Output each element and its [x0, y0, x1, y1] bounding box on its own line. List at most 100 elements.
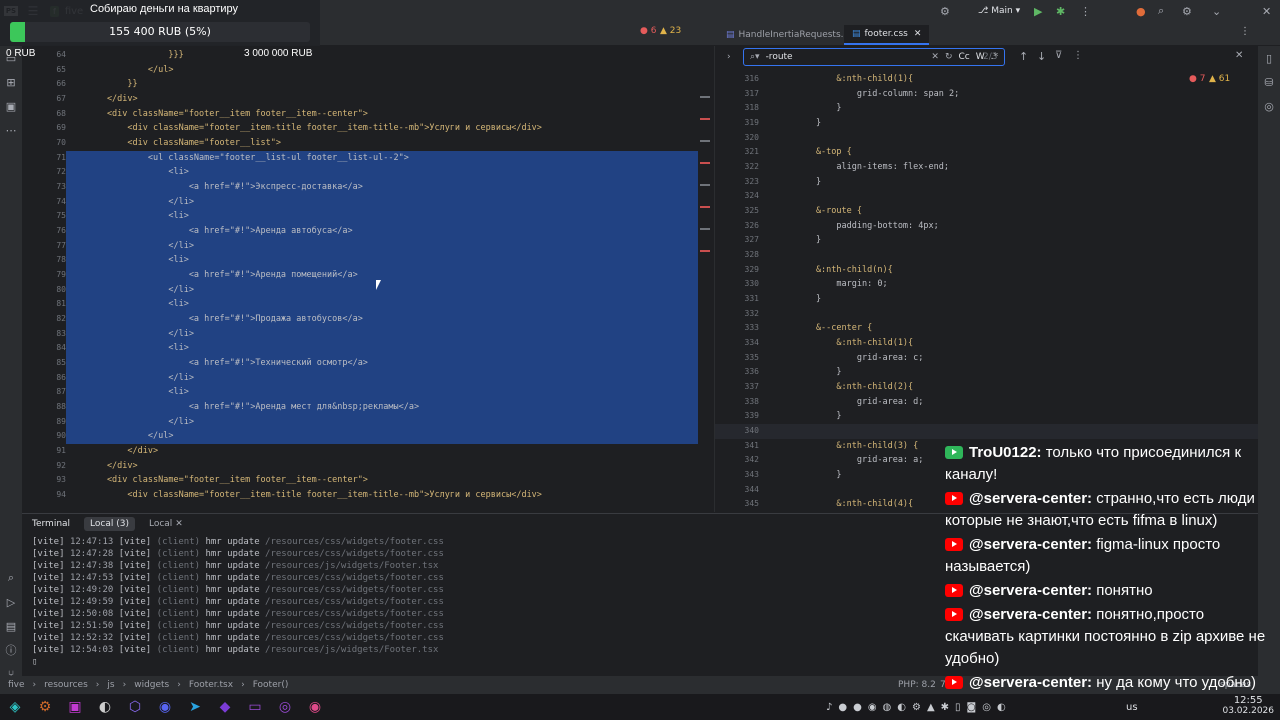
close-window-icon[interactable]: ✕	[1262, 5, 1271, 18]
code-line: 324	[715, 189, 1258, 204]
code-line: 320	[715, 131, 1258, 146]
close-tab-icon[interactable]: ✕	[914, 29, 922, 39]
run-icon[interactable]: ▶	[1034, 5, 1042, 18]
log-prefix: [vite]	[118, 633, 152, 643]
phpstorm-app-icon[interactable]: ▣	[60, 694, 90, 720]
line-number: 335	[744, 352, 759, 362]
search-icon[interactable]: ⌕	[1158, 4, 1164, 18]
chat-username: @servera-center:	[969, 674, 1093, 691]
code-text: &:nth-child(3) {	[775, 440, 919, 451]
more-icon[interactable]: ⋮	[1080, 5, 1091, 18]
code-text: &-route {	[775, 206, 862, 217]
breadcrumb-js[interactable]: js	[107, 680, 114, 690]
code-text: &-top {	[775, 147, 852, 158]
editor-left[interactable]: 64 }}} 65 </ul> 66 }} 67 </div> 68 <div clas…	[22, 46, 712, 512]
chat-username: @servera-center:	[969, 606, 1093, 623]
prev-match-icon[interactable]: ↑	[1019, 50, 1028, 63]
search-input[interactable]: ⌕▾ -route ✕ ↻ Cc W .*	[743, 48, 1005, 66]
recorder-app-icon[interactable]: ◉	[300, 694, 330, 720]
youtube-icon	[945, 676, 963, 689]
vscode-app-icon[interactable]: ◆	[210, 694, 240, 720]
match-case-toggle[interactable]: Cc	[958, 52, 969, 62]
breadcrumb-resources[interactable]: resources	[44, 680, 88, 690]
php-version[interactable]: PHP: 8.2	[898, 680, 936, 690]
css-file-icon: ▤	[852, 29, 861, 39]
scrollbar-marker	[700, 140, 710, 142]
line-number: 67	[56, 94, 66, 103]
browser-app-icon[interactable]: ◐	[90, 694, 120, 720]
breadcrumb-function[interactable]: Footer()	[253, 680, 289, 690]
code-text: &--center {	[775, 323, 873, 334]
launcher-icon[interactable]: ◈	[0, 694, 30, 720]
settings-app-icon[interactable]: ⚙	[30, 694, 60, 720]
line-number: 75	[56, 211, 66, 221]
tab-terminal[interactable]: Terminal	[32, 519, 70, 529]
code-text: &:nth-child(4){	[775, 499, 914, 510]
log-path: /resources/css/widgets/footer.css	[265, 573, 444, 583]
vpn-app-icon[interactable]: ⬡	[120, 694, 150, 720]
ai-assistant-icon[interactable]: ◎	[1258, 94, 1280, 118]
code-line: 334 &:nth-child(1){	[715, 336, 1258, 351]
telegram-app-icon[interactable]: ➤	[180, 694, 210, 720]
breadcrumb-widgets[interactable]: widgets	[134, 680, 169, 690]
settings-icon[interactable]: ⚙	[1182, 5, 1192, 18]
log-client: (client)	[156, 609, 201, 619]
tab-local[interactable]: Local ✕	[149, 519, 183, 529]
line-number: 78	[56, 255, 66, 265]
close-tab-icon[interactable]: ✕	[175, 519, 183, 529]
problems-tool-icon[interactable]: ⓘ	[0, 638, 22, 662]
log-timestamp: 12:52:32	[69, 633, 114, 643]
debug-icon[interactable]: ✱	[1056, 5, 1065, 18]
code-line: </div>	[66, 94, 138, 104]
minimize-icon[interactable]: ⌄	[1212, 5, 1221, 18]
terminal-tool-icon[interactable]: ▤	[0, 614, 22, 638]
line-number: 326	[744, 220, 759, 230]
next-match-icon[interactable]: ↓	[1037, 50, 1046, 63]
tab-more-icon[interactable]: ⋮	[1240, 26, 1250, 37]
log-prefix: [vite]	[32, 609, 65, 619]
filter-icon[interactable]: ⊽	[1055, 50, 1062, 61]
log-action: hmr update	[205, 561, 260, 571]
files-app-icon[interactable]: ▭	[240, 694, 270, 720]
scrollbar-marker	[700, 250, 710, 252]
log-prefix: [vite]	[32, 621, 65, 631]
refresh-search-icon[interactable]: ↻	[945, 52, 953, 62]
notifications-icon[interactable]: ▯	[1258, 46, 1280, 70]
log-path: /resources/css/widgets/footer.css	[265, 597, 444, 607]
find-tool-icon[interactable]: ⌕	[0, 566, 22, 590]
code-line: 336 }	[715, 365, 1258, 380]
bookmarks-tool-icon[interactable]: ▣	[0, 94, 22, 118]
code-text: &:nth-child(n){	[775, 264, 893, 275]
breadcrumb-file[interactable]: Footer.tsx	[189, 680, 233, 690]
discord-app-icon[interactable]: ◉	[150, 694, 180, 720]
branch-selector[interactable]: ⎇ Main ▾	[978, 6, 1020, 16]
close-search-icon[interactable]: ✕	[1235, 50, 1243, 61]
tab-footer-css[interactable]: ▤ footer.css ✕	[844, 25, 930, 45]
database-icon[interactable]: ⛁	[1258, 70, 1280, 94]
chat-message: @servera-center: figma-linux просто назы…	[945, 534, 1275, 578]
search-more-icon[interactable]: ⋮	[1073, 50, 1083, 61]
search-query: -route	[765, 52, 793, 62]
code-text: margin: 0;	[775, 279, 888, 290]
line-number: 79	[56, 270, 66, 280]
line-number: 345	[744, 499, 759, 509]
line-number: 87	[56, 387, 66, 397]
clear-search-icon[interactable]: ✕	[931, 52, 939, 62]
code-line: </div>	[66, 460, 138, 471]
structure-tool-icon[interactable]: ⊞	[0, 70, 22, 94]
obs-app-icon[interactable]: ◎	[270, 694, 300, 720]
log-timestamp: 12:47:28	[69, 549, 114, 559]
more-tools-icon[interactable]: ⋯	[0, 118, 22, 142]
code-text: &:nth-child(2){	[775, 382, 914, 393]
log-client: (client)	[156, 561, 201, 571]
tab-local-3[interactable]: Local (3)	[84, 517, 135, 531]
line-number: 334	[744, 338, 759, 348]
code-line: 338 grid-area: d;	[715, 395, 1258, 410]
expand-icon[interactable]: ›	[727, 52, 731, 62]
settings-gear-icon[interactable]: ⚙	[940, 5, 950, 18]
breadcrumb-project[interactable]: five	[8, 680, 25, 690]
log-client: (client)	[156, 573, 201, 583]
record-icon[interactable]: ●	[1136, 5, 1146, 18]
line-number: 341	[744, 440, 759, 450]
run-tool-icon[interactable]: ▷	[0, 590, 22, 614]
